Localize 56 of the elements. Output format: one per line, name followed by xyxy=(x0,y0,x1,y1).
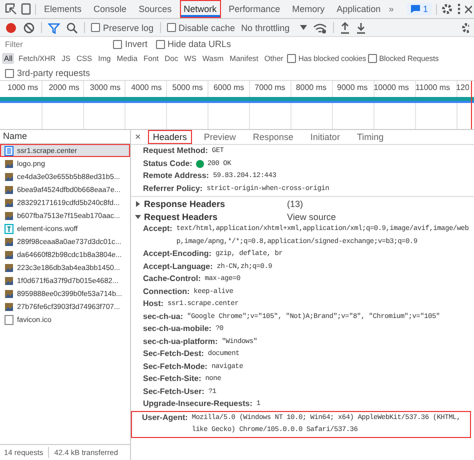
timeline-tick-label: 9000 ms xyxy=(336,83,369,92)
detail-tab[interactable]: Timing xyxy=(352,130,389,144)
throttling-select[interactable]: No throttling xyxy=(241,22,307,32)
timeline-tick-label: 3000 ms xyxy=(88,83,122,92)
panel-tab[interactable]: Network xyxy=(180,0,221,18)
detail-tab[interactable]: Preview xyxy=(198,130,241,144)
header-name: Host: xyxy=(143,298,164,310)
checkbox-label[interactable]: 3rd-party requests xyxy=(17,68,90,78)
panel-tab[interactable]: Performance xyxy=(224,0,284,18)
section-aside[interactable]: View source xyxy=(287,212,336,222)
checkbox-label[interactable]: Invert xyxy=(125,39,148,49)
section-title[interactable]: Request Headers xyxy=(144,212,284,222)
checkbox-label[interactable]: Preserve log xyxy=(103,22,154,32)
header-name: Referrer Policy: xyxy=(143,182,203,195)
detail-tab[interactable]: Initiator xyxy=(305,130,345,144)
timeline-tick-label: 2000 ms xyxy=(48,83,80,92)
header-name: sec-ch-ua-platform: xyxy=(143,336,218,348)
header-name: Sec-Fetch-Dest: xyxy=(143,348,204,360)
panel-tab[interactable]: Console xyxy=(90,0,131,18)
panel-tab[interactable]: Sources xyxy=(134,0,176,18)
detail-tab[interactable]: Headers xyxy=(148,130,192,144)
more-tabs-button[interactable]: » xyxy=(388,4,394,14)
section-title[interactable]: Response Headers xyxy=(144,198,284,208)
header-name: Accept-Language: xyxy=(143,260,213,273)
timeline-tick-label: 4000 ms xyxy=(130,83,163,92)
checkbox-label[interactable]: Hide data URLs xyxy=(168,39,232,49)
header-name: Cache-Control: xyxy=(143,273,201,285)
panel-tab[interactable]: Memory xyxy=(288,0,329,18)
header-name: Accept-Encoding: xyxy=(143,248,212,260)
header-name: Request Method: xyxy=(143,145,208,157)
timeline-tick-label: 120 xyxy=(455,83,470,92)
header-name: Remote Address: xyxy=(143,170,209,182)
timeline-tick-label: 6000 ms xyxy=(212,83,246,92)
detail-tab[interactable]: Response xyxy=(248,130,298,144)
timeline-tick-label: 10000 ms xyxy=(372,83,410,92)
header-name: sec-ch-ua: xyxy=(143,310,184,322)
panel-tab[interactable]: Application xyxy=(332,0,385,18)
header-name: Upgrade-Insecure-Requests: xyxy=(143,398,252,410)
header-name: Status Code: xyxy=(143,158,192,170)
timeline-tick-label: 8000 ms xyxy=(294,83,328,92)
timeline-tick-label: 11000 ms xyxy=(414,83,452,92)
panel-tab[interactable]: Elements xyxy=(40,0,86,18)
close-button[interactable]: × xyxy=(135,132,141,142)
timeline-tick-label: 1000 ms xyxy=(6,83,40,92)
checkbox-label[interactable]: Disable cache xyxy=(178,22,236,32)
header-name: Sec-Fetch-Mode: xyxy=(143,360,208,372)
header-name: sec-ch-ua-mobile: xyxy=(143,323,212,335)
issues-badge[interactable]: 1 xyxy=(406,3,432,15)
timeline-tick-label: 7000 ms xyxy=(254,83,286,92)
header-name: Sec-Fetch-Site: xyxy=(143,373,202,385)
section-aside: (13) xyxy=(287,198,304,208)
timeline-tick-label: 5000 ms xyxy=(171,83,204,92)
header-name: User-Agent: xyxy=(142,412,188,424)
header-name: Accept: xyxy=(143,223,172,235)
header-name: Connection: xyxy=(143,286,190,298)
header-name: Sec-Fetch-User: xyxy=(143,386,204,398)
